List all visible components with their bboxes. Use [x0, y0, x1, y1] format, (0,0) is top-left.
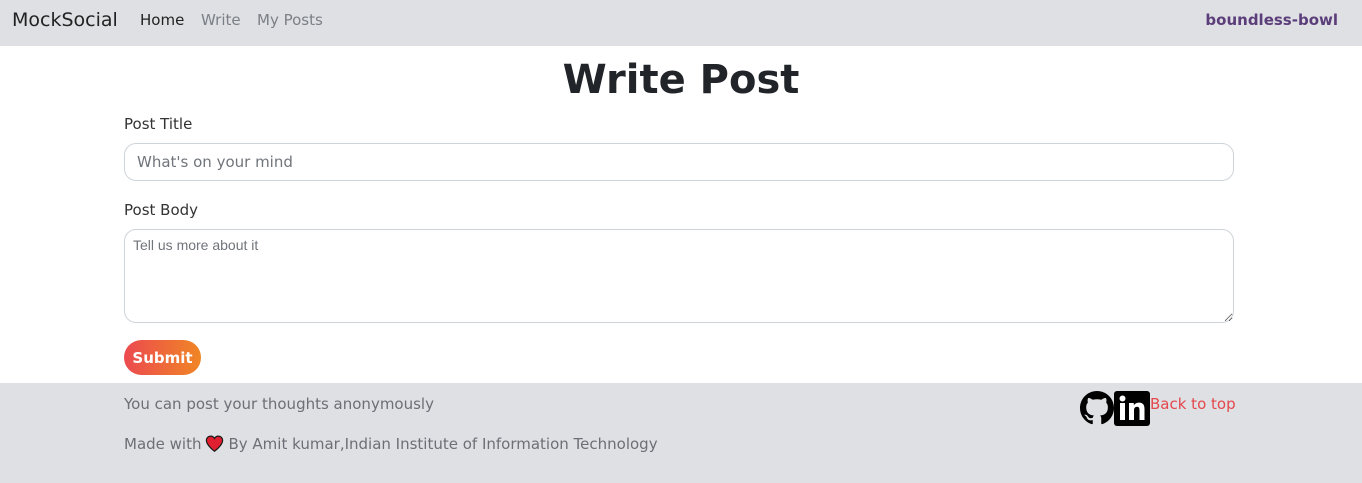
- footer-tagline: You can post your thoughts anonymously: [124, 395, 434, 413]
- username-link[interactable]: boundless-bowl: [1205, 11, 1338, 29]
- nav-my-posts-link[interactable]: My Posts: [257, 11, 323, 29]
- linkedin-icon[interactable]: [1114, 391, 1150, 426]
- footer: You can post your thoughts anonymously M…: [0, 383, 1362, 483]
- brand-logo[interactable]: MockSocial: [12, 8, 118, 32]
- page-title: Write Post: [562, 57, 800, 103]
- heart-icon: [205, 435, 224, 456]
- github-icon[interactable]: [1080, 391, 1114, 425]
- submit-button[interactable]: Submit: [124, 340, 201, 375]
- post-body-label: Post Body: [124, 201, 199, 219]
- post-title-label: Post Title: [124, 115, 193, 133]
- post-body-textarea[interactable]: [124, 229, 1234, 323]
- back-to-top-link[interactable]: Back to top: [1150, 395, 1236, 413]
- post-title-input[interactable]: [124, 143, 1234, 181]
- credit-text: By Amit kumar,Indian Institute of Inform…: [228, 435, 658, 453]
- footer-credit-line: Made with By Amit kumar,Indian Institute …: [124, 435, 658, 456]
- made-with-text: Made with: [124, 435, 202, 453]
- top-navbar: MockSocial Home Write My Posts boundless…: [0, 0, 1362, 46]
- nav-home-link[interactable]: Home: [140, 11, 184, 29]
- nav-write-link[interactable]: Write: [201, 11, 241, 29]
